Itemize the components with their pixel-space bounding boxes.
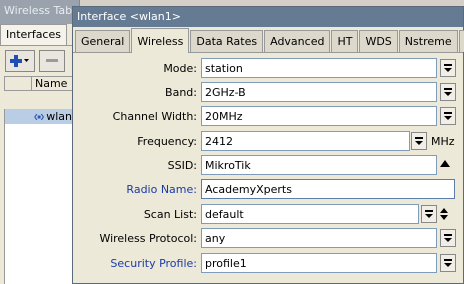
dialog-title: Interface <wlan1> <box>73 7 463 27</box>
tab-bar: Interfaces <box>0 24 79 46</box>
mode-dropdown-button[interactable] <box>440 59 456 77</box>
frequency-row: Frequency: 2412 MHz <box>73 131 464 153</box>
up-down-arrows-icon <box>440 208 448 220</box>
mode-select[interactable]: station <box>201 58 437 78</box>
plus-icon <box>10 55 29 67</box>
frequency-unit: MHz <box>431 135 455 148</box>
collapse-up-icon[interactable] <box>440 160 450 167</box>
wireless-protocol-select[interactable]: any <box>201 228 437 248</box>
security-profile-row: Security Profile: profile1 <box>73 253 464 275</box>
dropdown-arrow-icon <box>444 112 452 120</box>
dropdown-arrow-icon <box>444 234 452 242</box>
tab-more[interactable]: ... <box>458 30 464 52</box>
wireless-interface-icon <box>34 113 44 120</box>
tab-ht[interactable]: HT <box>331 30 359 52</box>
dropdown-arrow-icon <box>444 88 452 96</box>
scan-list-label: Scan List: <box>143 208 197 221</box>
wireless-protocol-label: Wireless Protocol: <box>99 232 197 245</box>
frequency-label: Frequency: <box>137 135 197 148</box>
mode-label: Mode: <box>163 62 197 75</box>
tab-wds[interactable]: WDS <box>359 30 398 52</box>
scan-list-dropdown-button[interactable] <box>421 205 437 223</box>
band-select[interactable]: 2GHz-B <box>201 82 437 102</box>
tab-wireless[interactable]: Wireless <box>131 28 190 53</box>
radio-name-input[interactable]: AcademyXperts <box>201 179 455 199</box>
scan-list-updown-button[interactable] <box>439 205 449 223</box>
frequency-dropdown-button[interactable] <box>411 132 427 150</box>
band-label: Band: <box>165 86 197 99</box>
list-item[interactable]: wlan1 <box>5 109 79 124</box>
channel-width-select[interactable]: 20MHz <box>201 106 437 126</box>
mode-row: Mode: station <box>73 58 464 80</box>
band-row: Band: 2GHz-B <box>73 82 464 104</box>
security-profile-dropdown-button[interactable] <box>440 254 456 272</box>
radio-name-label[interactable]: Radio Name: <box>126 183 197 196</box>
wireless-protocol-dropdown-button[interactable] <box>440 229 456 247</box>
ssid-label: SSID: <box>167 159 197 172</box>
toolbar <box>0 46 79 76</box>
dropdown-arrow-icon <box>415 137 423 145</box>
tab-nstreme[interactable]: Nstreme <box>398 30 458 52</box>
tab-interfaces[interactable]: Interfaces <box>0 24 67 45</box>
remove-button[interactable] <box>39 50 65 72</box>
tab-general[interactable]: General <box>75 30 131 52</box>
interface-dialog: Interface <wlan1> General Wireless Data … <box>72 6 464 284</box>
channel-width-label: Channel Width: <box>112 110 197 123</box>
dropdown-arrow-icon <box>425 210 433 218</box>
security-profile-select[interactable]: profile1 <box>201 253 437 273</box>
ssid-input[interactable]: MikroTik <box>201 155 437 175</box>
minus-icon <box>46 59 58 62</box>
wireless-tables-window: Wireless Tables Interfaces Name wlan1 <box>0 0 80 284</box>
frequency-select[interactable]: 2412 <box>201 131 410 151</box>
interface-list: wlan1 <box>4 109 79 284</box>
dropdown-arrow-icon <box>444 259 452 267</box>
list-header: Name <box>4 76 79 91</box>
channel-width-row: Channel Width: 20MHz <box>73 106 464 128</box>
channel-width-dropdown-button[interactable] <box>440 107 456 125</box>
band-dropdown-button[interactable] <box>440 83 456 101</box>
window-title: Wireless Tables <box>0 0 79 24</box>
scan-list-row: Scan List: default <box>73 204 464 226</box>
wireless-protocol-row: Wireless Protocol: any <box>73 228 464 250</box>
tab-data-rates[interactable]: Data Rates <box>190 30 264 52</box>
add-button[interactable] <box>5 50 35 72</box>
ssid-row: SSID: MikroTik <box>73 155 464 177</box>
radio-name-row: Radio Name: AcademyXperts <box>73 179 464 201</box>
security-profile-label[interactable]: Security Profile: <box>110 257 197 270</box>
dropdown-arrow-icon <box>444 64 452 72</box>
column-name[interactable]: Name <box>32 77 67 90</box>
dialog-tab-bar: General Wireless Data Rates Advanced HT … <box>73 27 464 53</box>
tab-advanced[interactable]: Advanced <box>264 30 331 52</box>
scan-list-select[interactable]: default <box>201 204 419 224</box>
